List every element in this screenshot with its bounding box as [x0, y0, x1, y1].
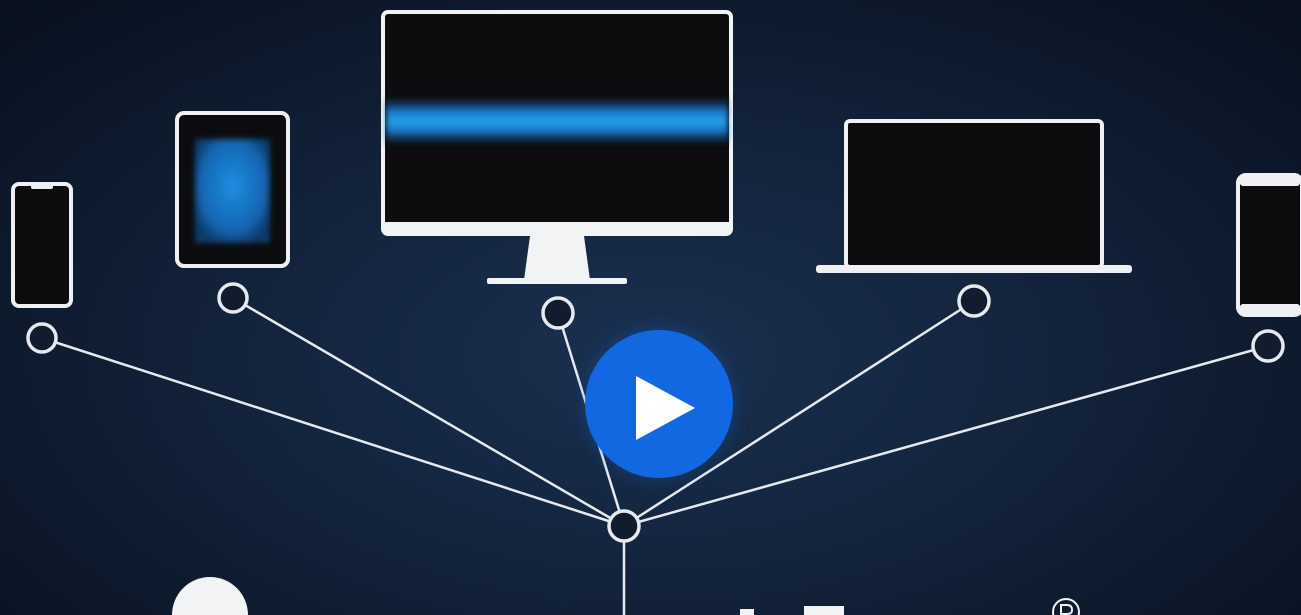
- partial-logo-bar: [804, 606, 844, 615]
- tablet-icon: [175, 111, 290, 268]
- smartphone-icon: [11, 182, 73, 308]
- registered-mark-icon: [1052, 598, 1080, 615]
- node-phone-left: [26, 322, 58, 354]
- device-network-illustration: [11, 10, 1301, 615]
- monitor-icon: [381, 10, 733, 284]
- connection-line-phone-left: [41, 336, 625, 528]
- partial-logo-bar-small: [740, 609, 754, 615]
- node-phone-right: [1251, 329, 1285, 363]
- smartphone-icon: [1236, 173, 1301, 317]
- node-laptop: [957, 284, 991, 318]
- partial-logo-shapes: [172, 577, 1080, 615]
- play-button[interactable]: [585, 330, 733, 478]
- node-monitor: [541, 296, 575, 330]
- node-tablet: [217, 282, 249, 314]
- laptop-icon: [816, 119, 1132, 273]
- partial-logo-circle: [172, 577, 248, 615]
- connection-line-tablet: [232, 296, 625, 528]
- play-icon: [636, 376, 695, 440]
- hub-node: [607, 509, 641, 543]
- video-thumbnail[interactable]: [0, 0, 1301, 615]
